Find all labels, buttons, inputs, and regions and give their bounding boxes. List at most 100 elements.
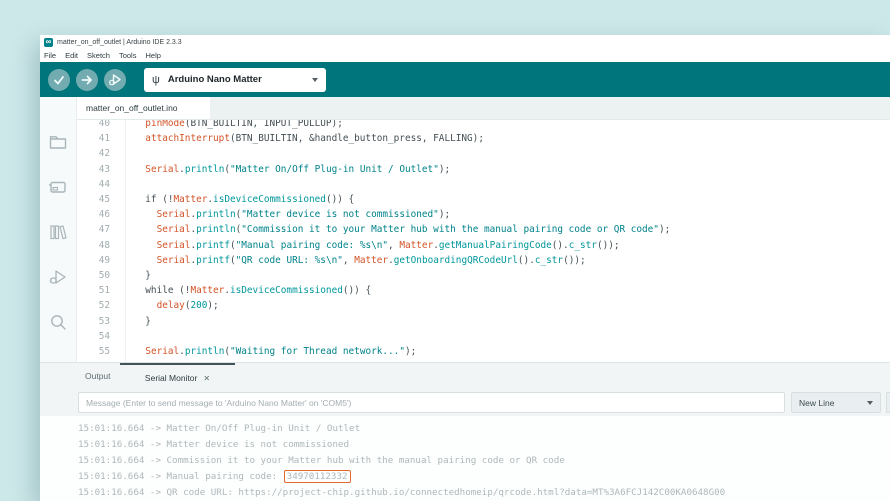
code-text: pinMode(BTN_BUILTIN, INPUT_PULLUP); (134, 120, 343, 129)
sidebar-item-search[interactable] (47, 311, 69, 333)
serial-line-text: 15:01:16.664 -> Manual pairing code: (78, 471, 283, 482)
line-number: 44 (77, 179, 110, 190)
code-line: 46 Serial.println("Matter device is not … (77, 207, 890, 222)
pairing-code-highlight: 34970112332 (284, 470, 351, 483)
serial-line-text: 15:01:16.664 -> Matter On/Off Plug-in Un… (78, 423, 360, 434)
line-ending-value: New Line (799, 398, 867, 408)
close-icon[interactable]: ✕ (203, 374, 210, 383)
arrow-right-icon (80, 73, 94, 87)
code-text: Serial.printf("QR code URL: %s\n", Matte… (134, 255, 586, 266)
serial-line: 15:01:16.664 -> Commission it to your Ma… (78, 453, 890, 469)
books-icon (48, 222, 68, 242)
serial-line: 15:01:16.664 -> QR code URL: https://pro… (78, 485, 890, 501)
line-number: 41 (77, 133, 110, 144)
sidebar-item-library-manager[interactable] (47, 221, 69, 243)
code-text: while (!Matter.isDeviceCommissioned()) { (134, 285, 371, 296)
code-text: Serial.printf("Manual pairing code: %s\n… (134, 240, 620, 251)
code-text: if (!Matter.isDeviceCommissioned()) { (134, 194, 354, 205)
menu-sketch[interactable]: Sketch (87, 51, 110, 60)
desktop-background: ∞ matter_on_off_outlet | Arduino IDE 2.3… (0, 0, 890, 501)
menu-edit[interactable]: Edit (65, 51, 78, 60)
serial-message-input[interactable] (78, 392, 785, 413)
tab-output[interactable]: Output (85, 371, 111, 381)
upload-button[interactable] (76, 69, 98, 91)
line-number: 49 (77, 255, 110, 266)
sidebar-item-boards-manager[interactable] (47, 176, 69, 198)
arduino-ide-window: ∞ matter_on_off_outlet | Arduino IDE 2.3… (40, 35, 890, 501)
line-number: 47 (77, 224, 110, 235)
search-icon (48, 312, 68, 332)
serial-line: 15:01:16.664 -> Manual pairing code: 349… (78, 469, 890, 485)
code-line: 50 } (77, 268, 890, 283)
debug-button[interactable] (104, 69, 126, 91)
code-line: 51 while (!Matter.isDeviceCommissioned()… (77, 283, 890, 298)
serial-line: 15:01:16.664 -> Matter device is not com… (78, 437, 890, 453)
code-line: 52 delay(200); (77, 298, 890, 313)
code-line: 40 pinMode(BTN_BUILTIN, INPUT_PULLUP); (77, 120, 890, 131)
line-number: 54 (77, 331, 110, 342)
gutter-separator (125, 120, 126, 362)
serial-monitor-tab-label: Serial Monitor (145, 373, 197, 383)
editor-column: matter_on_off_outlet.ino 40 pinMode(BTN_… (77, 97, 890, 362)
window-title: matter_on_off_outlet | Arduino IDE 2.3.3 (57, 39, 182, 46)
line-number: 46 (77, 209, 110, 220)
code-line: 43 Serial.println("Matter On/Off Plug-in… (77, 162, 890, 177)
code-line: 55 Serial.println("Waiting for Thread ne… (77, 344, 890, 359)
line-ending-dropdown[interactable]: New Line (791, 392, 881, 413)
board-selector-dropdown[interactable]: ψ Arduino Nano Matter (144, 68, 326, 92)
title-bar: ∞ matter_on_off_outlet | Arduino IDE 2.3… (40, 35, 890, 49)
baud-rate-dropdown-partial[interactable] (886, 392, 890, 413)
code-line: 42 (77, 146, 890, 161)
verify-button[interactable] (48, 69, 70, 91)
line-number: 48 (77, 240, 110, 251)
serial-line: 15:01:16.664 -> Matter On/Off Plug-in Un… (78, 421, 890, 437)
code-text: attachInterrupt(BTN_BUILTIN, &handle_but… (134, 133, 484, 144)
usb-icon: ψ (152, 74, 160, 86)
code-line: 54 (77, 329, 890, 344)
code-line: 47 Serial.println("Commission it to your… (77, 222, 890, 237)
serial-input-row: New Line (40, 391, 890, 416)
check-icon (52, 73, 66, 87)
code-text: Serial.println("Matter On/Off Plug-in Un… (134, 164, 450, 175)
bottom-panel: Output Serial Monitor ✕ New Line 15:01:1… (40, 362, 890, 501)
tab-serial-monitor[interactable]: Serial Monitor ✕ (120, 363, 235, 391)
code-text: Serial.println("Matter device is not com… (134, 209, 450, 220)
chevron-down-icon (867, 401, 873, 405)
menu-file[interactable]: File (44, 51, 56, 60)
chevron-down-icon (312, 78, 318, 82)
code-line: 41 attachInterrupt(BTN_BUILTIN, &handle_… (77, 131, 890, 146)
code-text: } (134, 270, 151, 281)
code-line: 44 (77, 177, 890, 192)
serial-monitor-output: 15:01:16.664 -> Matter On/Off Plug-in Un… (40, 416, 890, 501)
line-number: 45 (77, 194, 110, 205)
menu-help[interactable]: Help (145, 51, 160, 60)
debug-bug-icon (108, 72, 123, 87)
line-number: 52 (77, 300, 110, 311)
code-line: 53 } (77, 313, 890, 328)
code-line: 45 if (!Matter.isDeviceCommissioned()) { (77, 192, 890, 207)
sidebar-item-sketchbook[interactable] (47, 131, 69, 153)
code-text: Serial.println("Commission it to your Ma… (134, 224, 670, 235)
sidebar-item-debug[interactable] (47, 266, 69, 288)
code-editor[interactable]: 40 pinMode(BTN_BUILTIN, INPUT_PULLUP);41… (77, 120, 890, 362)
tab-label: matter_on_off_outlet.ino (86, 103, 178, 113)
line-number: 55 (77, 346, 110, 357)
editor-tab-bar: matter_on_off_outlet.ino (77, 97, 890, 120)
code-text: } (134, 316, 151, 327)
line-number: 43 (77, 164, 110, 175)
code-line: 48 Serial.printf("Manual pairing code: %… (77, 238, 890, 253)
arduino-logo-icon: ∞ (44, 38, 53, 47)
code-text: Serial.println("Waiting for Thread netwo… (134, 346, 416, 357)
code-line: 49 Serial.printf("QR code URL: %s\n", Ma… (77, 253, 890, 268)
board-icon (48, 177, 68, 197)
line-number: 50 (77, 270, 110, 281)
tab-matter-on-off-outlet[interactable]: matter_on_off_outlet.ino (77, 97, 210, 119)
code-block: 40 pinMode(BTN_BUILTIN, INPUT_PULLUP);41… (77, 120, 890, 359)
board-selector-label: Arduino Nano Matter (168, 74, 312, 85)
line-number: 51 (77, 285, 110, 296)
toolbar: ψ Arduino Nano Matter (40, 62, 890, 97)
serial-line-text: 15:01:16.664 -> Matter device is not com… (78, 439, 349, 450)
menu-tools[interactable]: Tools (119, 51, 137, 60)
activity-sidebar (40, 97, 77, 362)
panel-tab-bar: Output Serial Monitor ✕ (40, 363, 890, 391)
